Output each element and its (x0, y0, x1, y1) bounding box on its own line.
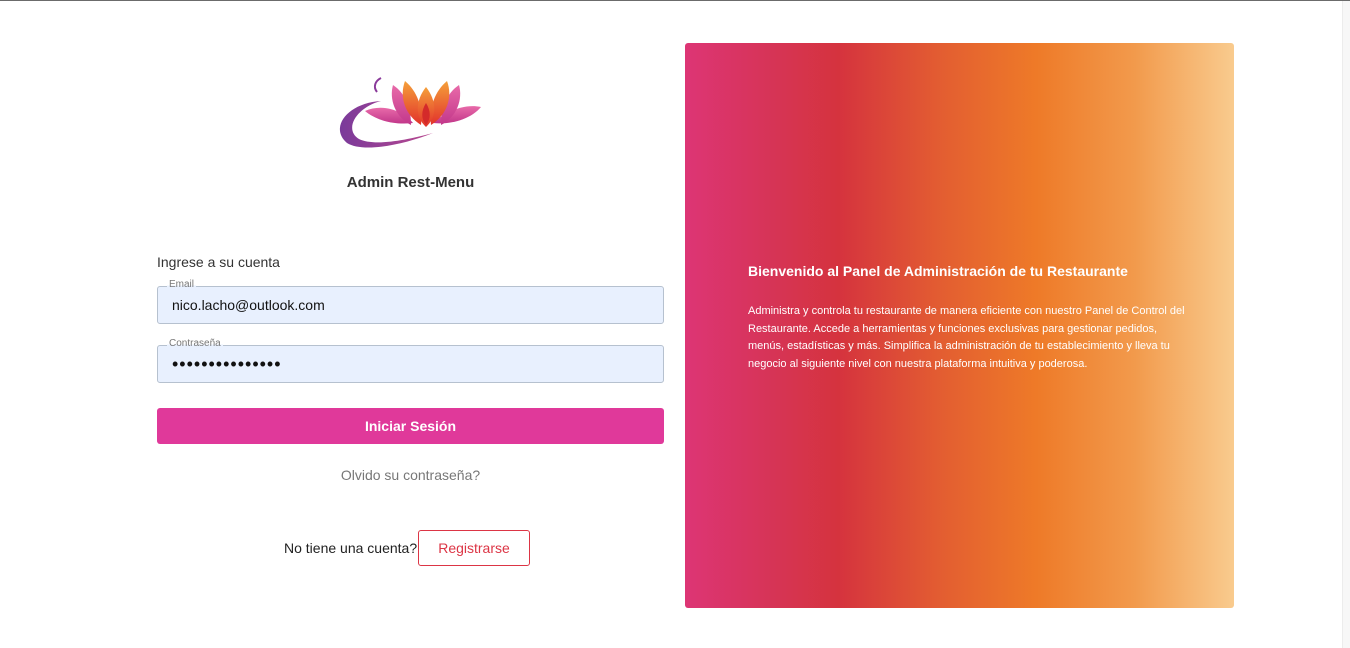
login-intro-text: Ingrese a su cuenta (157, 254, 280, 270)
top-border (0, 0, 1350, 1)
lotus-logo-icon (339, 77, 481, 148)
login-panel: Admin Rest-Menu Ingrese a su cuenta Emai… (157, 43, 664, 608)
forgot-password-link[interactable]: Olvido su contraseña? (157, 467, 664, 483)
brand-title: Admin Rest-Menu (346, 174, 475, 191)
register-button[interactable]: Registrarse (418, 530, 530, 566)
welcome-panel: Bienvenido al Panel de Administración de… (685, 43, 1234, 608)
password-field[interactable]: Contraseña (157, 338, 664, 383)
password-input[interactable] (158, 346, 663, 382)
email-input[interactable] (158, 287, 663, 323)
login-button[interactable]: Iniciar Sesión (157, 408, 664, 444)
welcome-description: Administra y controla tu restaurante de … (748, 305, 1185, 370)
no-account-text: No tiene una cuenta? (284, 540, 418, 556)
scrollbar[interactable] (1342, 1, 1350, 648)
email-field[interactable]: Email (157, 279, 664, 324)
welcome-title: Bienvenido al Panel de Administración de… (748, 263, 1128, 279)
